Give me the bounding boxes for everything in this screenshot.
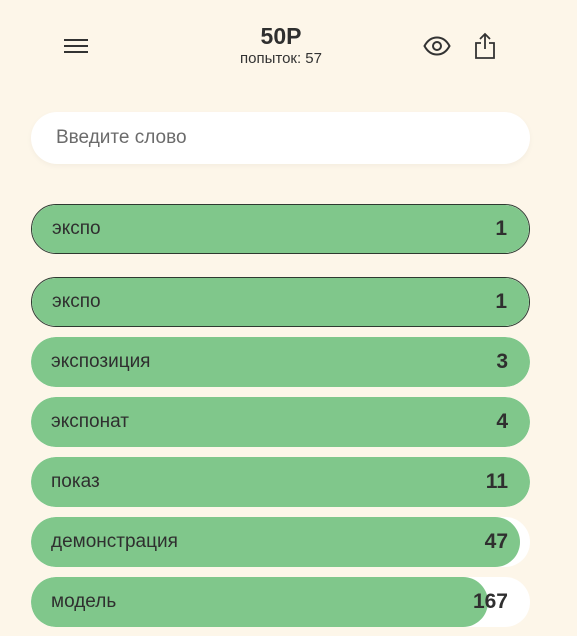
last-guess-row: экспо 1 [31, 204, 530, 254]
guess-rank: 1 [495, 217, 507, 240]
guess-word: экспо [52, 291, 101, 312]
guess-row: экспо 1 [31, 277, 530, 327]
word-input[interactable] [56, 127, 516, 149]
guess-rank: 1 [495, 290, 507, 313]
guess-rank: 3 [496, 350, 508, 373]
guess-rank: 4 [496, 410, 508, 433]
guess-word: показ [51, 471, 100, 492]
guess-rank: 167 [472, 590, 508, 613]
guess-word: экспо [52, 218, 101, 239]
guess-row: демонстрация 47 [31, 517, 530, 567]
guess-row: показ 11 [31, 457, 530, 507]
page-title: 50P [260, 23, 302, 49]
share-button[interactable] [465, 26, 505, 66]
guess-rank: 11 [485, 470, 508, 493]
eye-icon [423, 36, 451, 56]
guess-word: экспозиция [51, 351, 151, 372]
share-icon [475, 32, 495, 59]
guess-row: экспонат 4 [31, 397, 530, 447]
guess-word: модель [51, 591, 117, 612]
guess-word: демонстрация [51, 531, 178, 552]
search-box[interactable] [31, 112, 530, 164]
menu-icon [64, 39, 88, 53]
closeness-bar [32, 278, 529, 326]
show-hint-button[interactable] [417, 26, 457, 66]
title-block: 50P попыток: 57 [188, 22, 374, 68]
guess-row: экспозиция 3 [31, 337, 530, 387]
closeness-bar [32, 205, 529, 253]
menu-button[interactable] [56, 26, 96, 66]
guess-rank: 47 [484, 530, 508, 553]
closeness-bar [31, 457, 530, 507]
guess-word: экспонат [51, 411, 129, 432]
attempts-counter: попыток: 57 [240, 50, 322, 67]
header: 50P попыток: 57 [0, 0, 577, 92]
guess-row: модель 167 [31, 577, 530, 627]
